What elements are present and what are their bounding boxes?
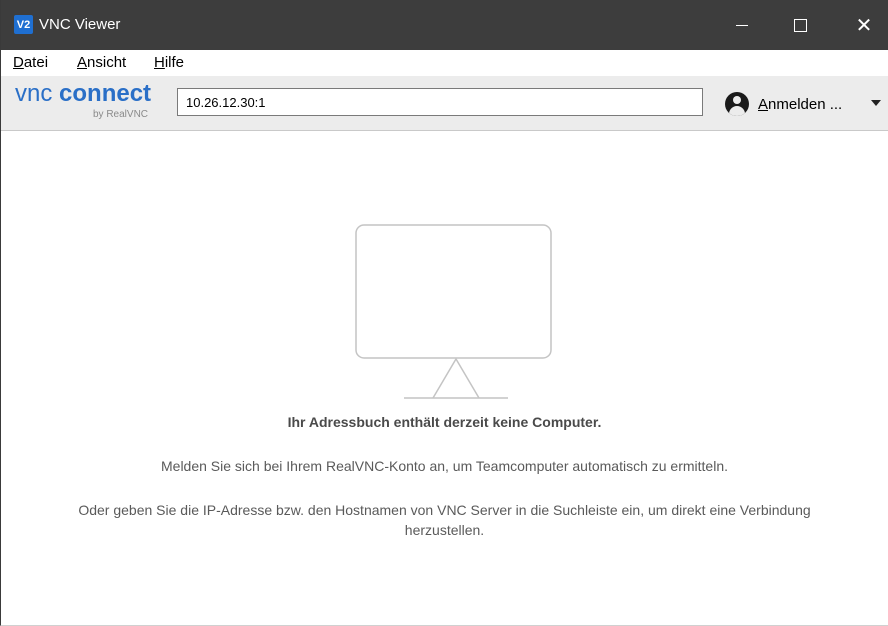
empty-state-signin-hint: Melden Sie sich bei Ihrem RealVNC-Konto … [161, 458, 728, 474]
menu-hilfe-label: ilfe [164, 54, 185, 71]
menu-hilfe[interactable]: Hilfe [154, 54, 184, 71]
vnc-viewer-app-icon[interactable]: V2 [14, 15, 33, 34]
maximize-button[interactable] [777, 0, 823, 50]
user-avatar-icon [725, 92, 749, 116]
signin-button[interactable]: Anmelden ... [725, 92, 842, 116]
signin-label-rest: nmelden ... [768, 95, 843, 113]
menu-hilfe-mnemonic: H [154, 54, 165, 71]
menu-ansicht[interactable]: Ansicht [77, 54, 126, 71]
chevron-down-icon[interactable] [871, 100, 881, 106]
menu-datei[interactable]: Datei [13, 54, 48, 71]
signin-mnemonic: A [758, 95, 769, 113]
minimize-icon [736, 24, 748, 26]
menu-ansicht-mnemonic: A [77, 54, 88, 71]
vnc-viewer-window: V2 VNC Viewer ✕ Datei Ansicht Hilfe vnc … [0, 0, 888, 626]
monitor-icon [355, 224, 552, 399]
vnc-connect-logo: vnc connect [15, 80, 151, 108]
close-icon: ✕ [855, 13, 873, 37]
title-bar[interactable]: V2 VNC Viewer ✕ [1, 0, 888, 50]
menu-datei-label: atei [23, 54, 49, 71]
logo-subtitle: by RealVNC [93, 109, 149, 120]
address-book-area: Ihr Adressbuch enthält derzeit keine Com… [1, 131, 888, 625]
empty-state-search-hint: Oder geben Sie die IP-Adresse bzw. den H… [78, 502, 811, 538]
close-button[interactable]: ✕ [841, 0, 887, 50]
logo-connect-text: connect [59, 80, 152, 107]
window-title: VNC Viewer [39, 16, 121, 33]
address-search-input[interactable]: 10.26.12.30:1 [177, 88, 703, 116]
empty-state-title: Ihr Adressbuch enthält derzeit keine Com… [287, 414, 602, 430]
signin-label: Anmelden ... [758, 96, 842, 113]
maximize-icon [793, 18, 807, 32]
toolbar: vnc connect by RealVNC 10.26.12.30:1 Anm… [1, 76, 888, 131]
menu-bar: Datei Ansicht Hilfe [1, 50, 888, 76]
minimize-button[interactable] [719, 0, 765, 50]
menu-datei-mnemonic: D [13, 54, 24, 71]
menu-ansicht-label: nsicht [87, 54, 127, 71]
logo-vnc-text: vnc [15, 80, 53, 107]
